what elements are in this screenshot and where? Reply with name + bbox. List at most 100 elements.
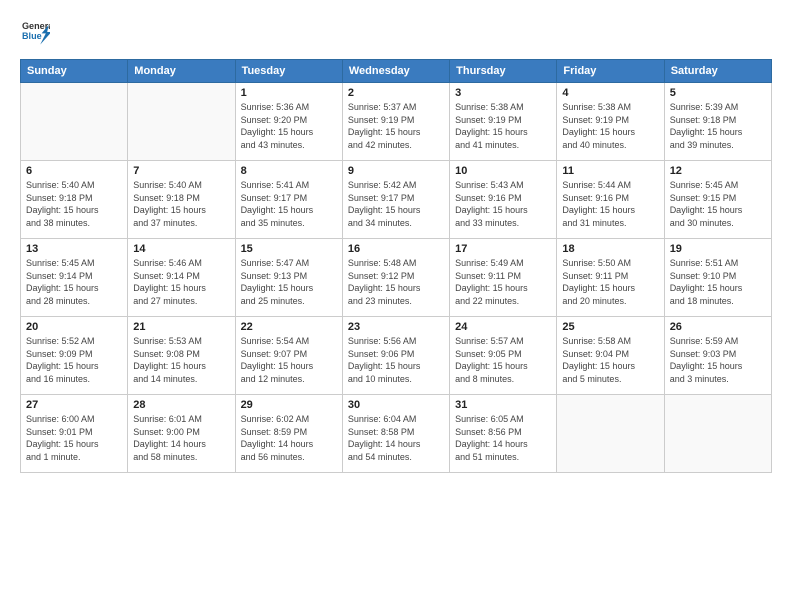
calendar-cell: 22 Sunrise: 5:54 AM Sunset: 9:07 PM Dayli…	[235, 317, 342, 395]
day-info: Sunrise: 6:05 AM Sunset: 8:56 PM Dayligh…	[455, 413, 551, 463]
calendar-cell: 7 Sunrise: 5:40 AM Sunset: 9:18 PM Daylig…	[128, 161, 235, 239]
day-info: Sunrise: 5:42 AM Sunset: 9:17 PM Dayligh…	[348, 179, 444, 229]
svg-text:Blue: Blue	[22, 31, 42, 41]
day-number: 19	[670, 243, 766, 255]
calendar-cell: 5 Sunrise: 5:39 AM Sunset: 9:18 PM Daylig…	[664, 83, 771, 161]
day-number: 26	[670, 321, 766, 333]
calendar-cell: 15 Sunrise: 5:47 AM Sunset: 9:13 PM Dayli…	[235, 239, 342, 317]
day-number: 23	[348, 321, 444, 333]
calendar-cell: 30 Sunrise: 6:04 AM Sunset: 8:58 PM Dayli…	[342, 395, 449, 473]
day-number: 14	[133, 243, 229, 255]
weekday-header-tuesday: Tuesday	[235, 60, 342, 83]
weekday-header-sunday: Sunday	[21, 60, 128, 83]
day-info: Sunrise: 5:48 AM Sunset: 9:12 PM Dayligh…	[348, 257, 444, 307]
day-number: 7	[133, 165, 229, 177]
day-number: 29	[241, 399, 337, 411]
logo-icon: General Blue	[22, 18, 50, 46]
day-number: 28	[133, 399, 229, 411]
day-number: 22	[241, 321, 337, 333]
day-number: 15	[241, 243, 337, 255]
day-info: Sunrise: 5:59 AM Sunset: 9:03 PM Dayligh…	[670, 335, 766, 385]
day-info: Sunrise: 5:50 AM Sunset: 9:11 PM Dayligh…	[562, 257, 658, 307]
calendar-cell: 24Sunrise: 5:57 AM Sunset: 9:05 PM Dayli…	[450, 317, 557, 395]
day-number: 6	[26, 165, 122, 177]
day-info: Sunrise: 5:47 AM Sunset: 9:13 PM Dayligh…	[241, 257, 337, 307]
day-info: Sunrise: 5:46 AM Sunset: 9:14 PM Dayligh…	[133, 257, 229, 307]
day-number: 27	[26, 399, 122, 411]
weekday-header-friday: Friday	[557, 60, 664, 83]
day-number: 3	[455, 87, 551, 99]
calendar-cell: 23 Sunrise: 5:56 AM Sunset: 9:06 PM Dayli…	[342, 317, 449, 395]
calendar-cell: 28 Sunrise: 6:01 AM Sunset: 9:00 PM Dayli…	[128, 395, 235, 473]
calendar-cell: 8 Sunrise: 5:41 AM Sunset: 9:17 PM Daylig…	[235, 161, 342, 239]
calendar-week-row: 27 Sunrise: 6:00 AM Sunset: 9:01 PM Dayli…	[21, 395, 772, 473]
day-info: Sunrise: 5:36 AM Sunset: 9:20 PM Dayligh…	[241, 101, 337, 151]
day-info: Sunrise: 5:40 AM Sunset: 9:18 PM Dayligh…	[133, 179, 229, 229]
day-number: 31	[455, 399, 551, 411]
day-number: 11	[562, 165, 658, 177]
calendar-cell: 31 Sunrise: 6:05 AM Sunset: 8:56 PM Dayli…	[450, 395, 557, 473]
day-info: Sunrise: 6:00 AM Sunset: 9:01 PM Dayligh…	[26, 413, 122, 463]
day-info: Sunrise: 5:39 AM Sunset: 9:18 PM Dayligh…	[670, 101, 766, 151]
header: General Blue	[20, 18, 772, 51]
day-info: Sunrise: 5:40 AM Sunset: 9:18 PM Dayligh…	[26, 179, 122, 229]
calendar-cell: 1Sunrise: 5:36 AM Sunset: 9:20 PM Daylig…	[235, 83, 342, 161]
calendar-cell: 29 Sunrise: 6:02 AM Sunset: 8:59 PM Dayli…	[235, 395, 342, 473]
day-number: 13	[26, 243, 122, 255]
day-number: 25	[562, 321, 658, 333]
day-number: 17	[455, 243, 551, 255]
calendar-cell: 2 Sunrise: 5:37 AM Sunset: 9:19 PM Daylig…	[342, 83, 449, 161]
day-info: Sunrise: 5:38 AM Sunset: 9:19 PM Dayligh…	[455, 101, 551, 151]
day-number: 30	[348, 399, 444, 411]
calendar-cell: 9Sunrise: 5:42 AM Sunset: 9:17 PM Daylig…	[342, 161, 449, 239]
calendar-cell: 18 Sunrise: 5:50 AM Sunset: 9:11 PM Dayli…	[557, 239, 664, 317]
day-info: Sunrise: 6:01 AM Sunset: 9:00 PM Dayligh…	[133, 413, 229, 463]
calendar-cell: 17 Sunrise: 5:49 AM Sunset: 9:11 PM Dayli…	[450, 239, 557, 317]
day-info: Sunrise: 5:49 AM Sunset: 9:11 PM Dayligh…	[455, 257, 551, 307]
day-info: Sunrise: 5:38 AM Sunset: 9:19 PM Dayligh…	[562, 101, 658, 151]
day-info: Sunrise: 6:04 AM Sunset: 8:58 PM Dayligh…	[348, 413, 444, 463]
calendar-cell	[557, 395, 664, 473]
weekday-header-row: SundayMondayTuesdayWednesdayThursdayFrid…	[21, 60, 772, 83]
logo: General Blue	[20, 18, 50, 51]
calendar-cell: 13 Sunrise: 5:45 AM Sunset: 9:14 PM Dayli…	[21, 239, 128, 317]
weekday-header-saturday: Saturday	[664, 60, 771, 83]
day-number: 4	[562, 87, 658, 99]
day-number: 21	[133, 321, 229, 333]
calendar-cell: 25Sunrise: 5:58 AM Sunset: 9:04 PM Dayli…	[557, 317, 664, 395]
calendar-table: SundayMondayTuesdayWednesdayThursdayFrid…	[20, 59, 772, 473]
day-number: 24	[455, 321, 551, 333]
day-info: Sunrise: 5:53 AM Sunset: 9:08 PM Dayligh…	[133, 335, 229, 385]
calendar-cell: 20 Sunrise: 5:52 AM Sunset: 9:09 PM Dayli…	[21, 317, 128, 395]
calendar-cell: 16Sunrise: 5:48 AM Sunset: 9:12 PM Dayli…	[342, 239, 449, 317]
day-info: Sunrise: 5:54 AM Sunset: 9:07 PM Dayligh…	[241, 335, 337, 385]
day-info: Sunrise: 6:02 AM Sunset: 8:59 PM Dayligh…	[241, 413, 337, 463]
calendar-cell: 14 Sunrise: 5:46 AM Sunset: 9:14 PM Dayli…	[128, 239, 235, 317]
calendar-week-row: 6 Sunrise: 5:40 AM Sunset: 9:18 PM Daylig…	[21, 161, 772, 239]
day-info: Sunrise: 5:43 AM Sunset: 9:16 PM Dayligh…	[455, 179, 551, 229]
day-info: Sunrise: 5:56 AM Sunset: 9:06 PM Dayligh…	[348, 335, 444, 385]
calendar-week-row: 1Sunrise: 5:36 AM Sunset: 9:20 PM Daylig…	[21, 83, 772, 161]
day-info: Sunrise: 5:45 AM Sunset: 9:14 PM Dayligh…	[26, 257, 122, 307]
day-number: 5	[670, 87, 766, 99]
day-number: 20	[26, 321, 122, 333]
day-info: Sunrise: 5:41 AM Sunset: 9:17 PM Dayligh…	[241, 179, 337, 229]
day-number: 8	[241, 165, 337, 177]
calendar-cell	[21, 83, 128, 161]
calendar-cell	[664, 395, 771, 473]
calendar-cell: 4 Sunrise: 5:38 AM Sunset: 9:19 PM Daylig…	[557, 83, 664, 161]
day-number: 2	[348, 87, 444, 99]
calendar-cell: 6 Sunrise: 5:40 AM Sunset: 9:18 PM Daylig…	[21, 161, 128, 239]
calendar-cell: 12 Sunrise: 5:45 AM Sunset: 9:15 PM Dayli…	[664, 161, 771, 239]
day-info: Sunrise: 5:52 AM Sunset: 9:09 PM Dayligh…	[26, 335, 122, 385]
calendar-cell	[128, 83, 235, 161]
calendar-cell: 26 Sunrise: 5:59 AM Sunset: 9:03 PM Dayli…	[664, 317, 771, 395]
page: General Blue SundayMondayTuesdayWednesda…	[0, 0, 792, 612]
calendar-week-row: 13 Sunrise: 5:45 AM Sunset: 9:14 PM Dayli…	[21, 239, 772, 317]
day-info: Sunrise: 5:45 AM Sunset: 9:15 PM Dayligh…	[670, 179, 766, 229]
day-info: Sunrise: 5:37 AM Sunset: 9:19 PM Dayligh…	[348, 101, 444, 151]
day-number: 18	[562, 243, 658, 255]
calendar-week-row: 20 Sunrise: 5:52 AM Sunset: 9:09 PM Dayli…	[21, 317, 772, 395]
day-number: 12	[670, 165, 766, 177]
calendar-cell: 21 Sunrise: 5:53 AM Sunset: 9:08 PM Dayli…	[128, 317, 235, 395]
